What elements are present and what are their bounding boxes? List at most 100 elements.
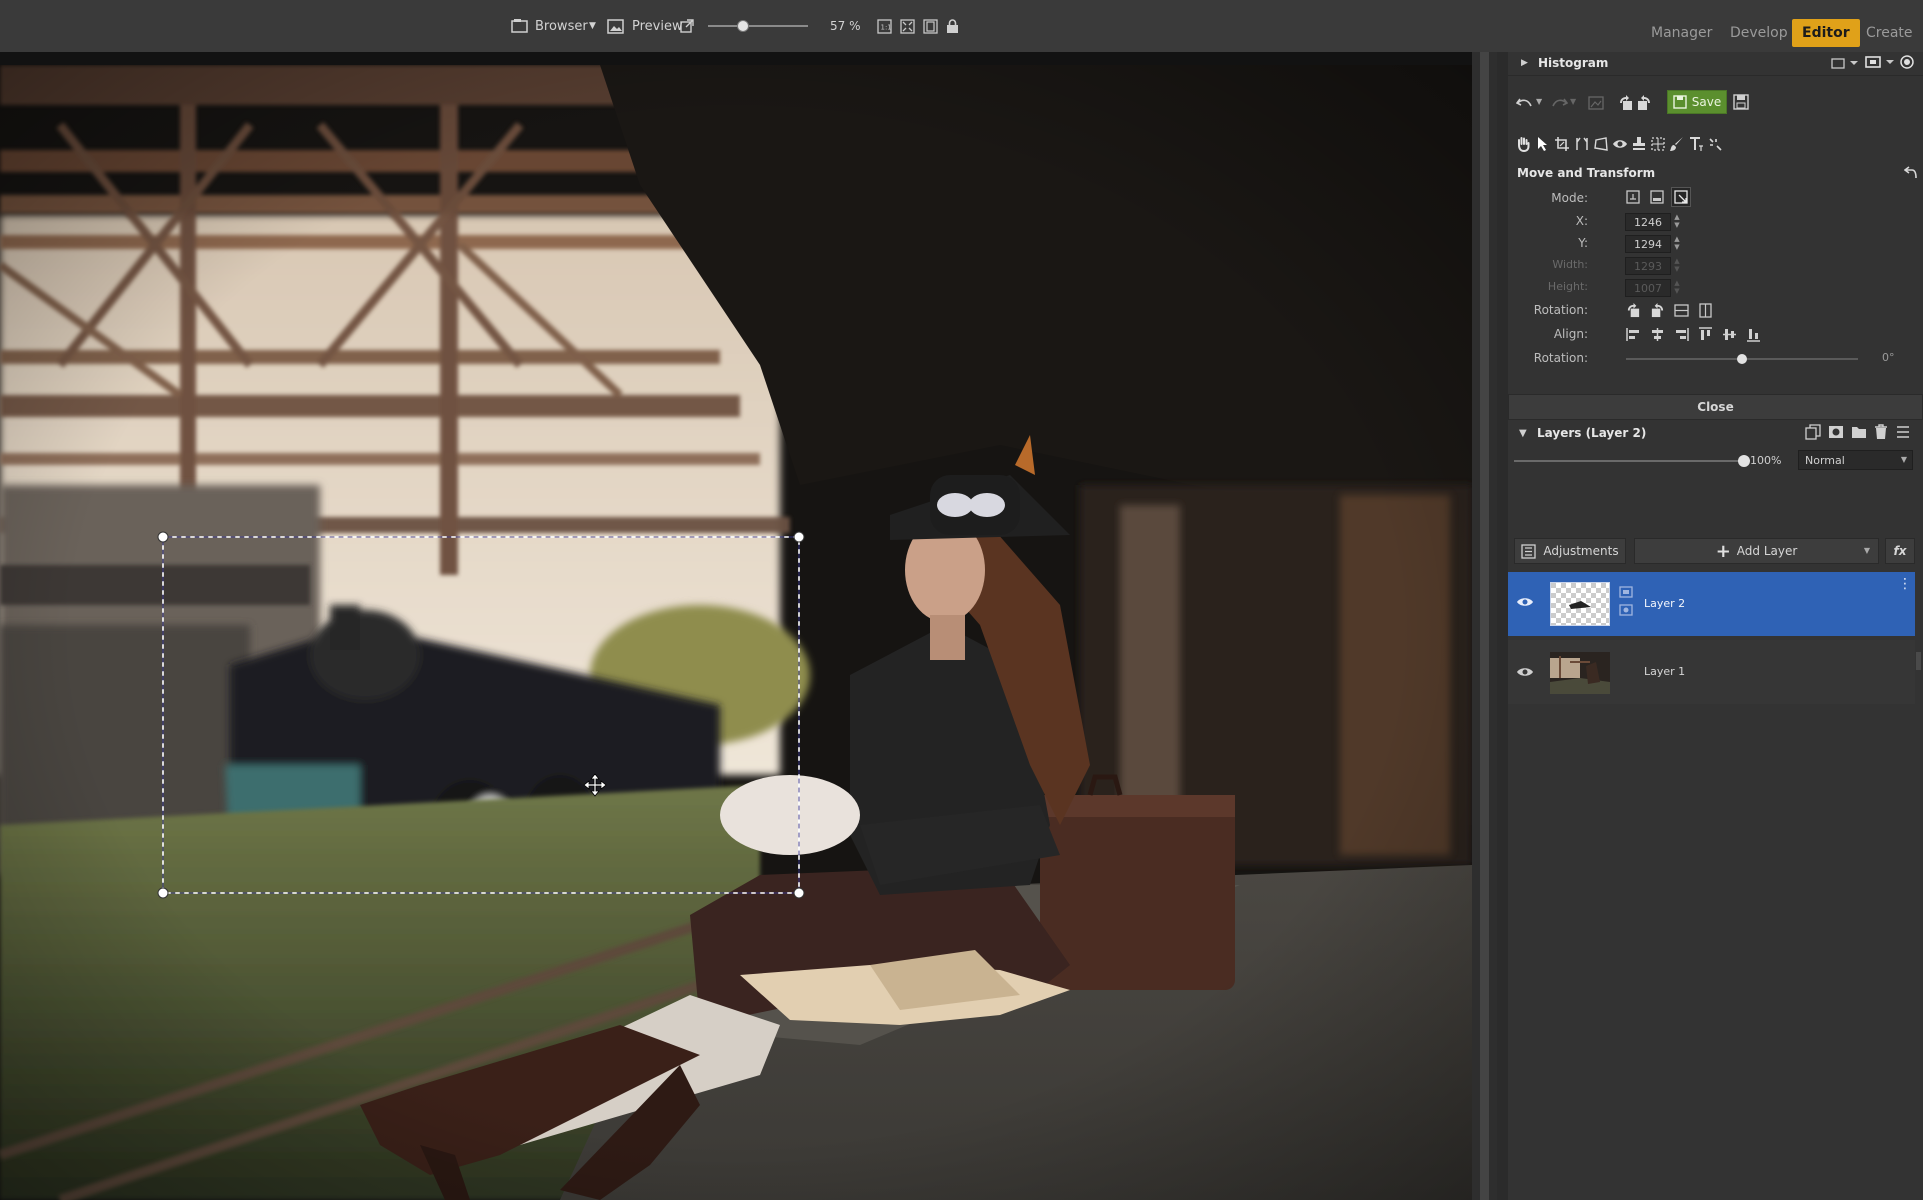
reset-transform-icon[interactable] bbox=[1904, 165, 1917, 179]
shape-tool-icon[interactable] bbox=[1707, 136, 1723, 152]
canvas-scrollbar[interactable] bbox=[1472, 52, 1497, 1200]
flip-vertical-icon[interactable] bbox=[1674, 303, 1689, 318]
text-tool-icon[interactable] bbox=[1688, 136, 1704, 152]
layer-effects-button[interactable]: fx bbox=[1885, 538, 1915, 564]
zoom-slider[interactable] bbox=[708, 0, 808, 52]
histogram-expand-icon[interactable]: ▶ bbox=[1521, 58, 1528, 68]
mode-icon-3-selected[interactable] bbox=[1671, 187, 1691, 207]
histogram-options-icon[interactable] bbox=[1830, 56, 1860, 70]
red-eye-tool-icon[interactable] bbox=[1612, 137, 1628, 151]
clone-stamp-tool-icon[interactable] bbox=[1631, 136, 1647, 152]
browser-icon bbox=[511, 19, 528, 33]
zoom-fill-icon[interactable] bbox=[923, 0, 938, 52]
add-layer-chevron-down-icon[interactable]: ▼ bbox=[1864, 546, 1870, 555]
lock-icon[interactable] bbox=[946, 0, 959, 52]
delete-layer-icon[interactable] bbox=[1874, 424, 1888, 440]
layer-2-thumbnail bbox=[1550, 582, 1610, 626]
rotate-ccw-icon[interactable] bbox=[1626, 303, 1641, 318]
histogram-channel-icon[interactable] bbox=[1900, 55, 1914, 69]
plus-icon: + bbox=[1715, 540, 1731, 562]
x-label: X: bbox=[1575, 214, 1588, 228]
opacity-slider[interactable] bbox=[1514, 455, 1750, 467]
rotation-value: 0° bbox=[1882, 351, 1895, 364]
flip-horizontal-icon[interactable] bbox=[1698, 303, 1713, 318]
histogram-view-icon[interactable] bbox=[1864, 55, 1898, 69]
align-bottom-icon[interactable] bbox=[1746, 327, 1761, 342]
layers-collapse-icon[interactable]: ▼ bbox=[1519, 428, 1527, 439]
opacity-slider-knob[interactable] bbox=[1738, 455, 1750, 467]
rotate-right-icon[interactable] bbox=[1636, 95, 1652, 111]
align-left-icon[interactable] bbox=[1626, 327, 1641, 342]
rotation-slider-knob[interactable] bbox=[1737, 354, 1747, 364]
save-button[interactable]: Save bbox=[1667, 90, 1727, 114]
new-folder-icon[interactable] bbox=[1851, 424, 1867, 440]
panel-scrollbar[interactable] bbox=[1916, 652, 1921, 670]
image-canvas[interactable] bbox=[0, 52, 1472, 1200]
histogram-title: Histogram bbox=[1538, 56, 1609, 70]
mode-label: Mode: bbox=[1551, 191, 1588, 205]
adjustments-button[interactable]: Adjustments bbox=[1514, 538, 1626, 564]
browser-button[interactable]: Browser bbox=[511, 0, 588, 52]
y-stepper-icon[interactable]: ▲ ▼ bbox=[1673, 235, 1681, 253]
layer-more-options-icon[interactable]: ⋮ bbox=[1898, 576, 1912, 592]
brush-tool-icon[interactable] bbox=[1669, 136, 1685, 152]
duplicate-layer-icon[interactable] bbox=[1805, 424, 1821, 440]
browser-label: Browser bbox=[535, 18, 588, 34]
close-button[interactable]: Close bbox=[1508, 394, 1923, 420]
browser-dropdown-icon[interactable]: ▼ bbox=[589, 0, 596, 52]
layer-row-layer-2[interactable]: Layer 2 ⋮ bbox=[1508, 572, 1915, 636]
top-toolbar: Browser ▼ Preview 57 % 1:1 Manager Devel… bbox=[0, 0, 1923, 52]
original-view-icon[interactable] bbox=[1588, 96, 1604, 110]
layer-row-layer-1[interactable]: Layer 1 bbox=[1508, 640, 1915, 704]
x-stepper-icon[interactable]: ▲ ▼ bbox=[1673, 213, 1681, 231]
straighten-tool-icon[interactable] bbox=[1574, 136, 1590, 152]
align-center-horizontal-icon[interactable] bbox=[1650, 327, 1665, 342]
tab-manager[interactable]: Manager bbox=[1641, 19, 1722, 47]
y-input[interactable]: 1294 bbox=[1625, 235, 1671, 253]
width-stepper-icon[interactable]: ▲ ▼ bbox=[1673, 257, 1681, 275]
align-top-icon[interactable] bbox=[1698, 327, 1713, 342]
rotation-slider-label: Rotation: bbox=[1533, 351, 1588, 365]
layer-mask-icon[interactable] bbox=[1828, 424, 1844, 440]
tab-create[interactable]: Create bbox=[1856, 19, 1923, 47]
align-right-icon[interactable] bbox=[1674, 327, 1689, 342]
zoom-actual-size-icon[interactable]: 1:1 bbox=[877, 0, 892, 52]
rotate-left-icon[interactable] bbox=[1618, 95, 1634, 111]
x-input[interactable]: 1246 bbox=[1625, 213, 1671, 231]
hand-tool-icon[interactable] bbox=[1515, 136, 1531, 152]
mode-icon-1[interactable] bbox=[1625, 189, 1641, 205]
height-input[interactable]: 1007 bbox=[1625, 279, 1671, 297]
layer-visibility-eye-icon[interactable] bbox=[1516, 666, 1534, 678]
redo-history-dropdown-icon[interactable]: ▼ bbox=[1570, 97, 1576, 106]
selection-tool-icon[interactable] bbox=[1650, 136, 1666, 152]
tab-editor[interactable]: Editor bbox=[1792, 19, 1860, 47]
crop-tool-icon[interactable] bbox=[1554, 136, 1570, 152]
zoom-slider-knob[interactable] bbox=[737, 20, 749, 32]
blend-mode-value: Normal bbox=[1805, 454, 1845, 467]
tab-develop[interactable]: Develop bbox=[1720, 19, 1798, 47]
y-label: Y: bbox=[1578, 236, 1588, 250]
mode-icon-2[interactable] bbox=[1649, 189, 1665, 205]
undo-icon[interactable] bbox=[1516, 96, 1534, 110]
height-stepper-icon[interactable]: ▲ ▼ bbox=[1673, 279, 1681, 297]
width-input[interactable]: 1293 bbox=[1625, 257, 1671, 275]
svg-text:1:1: 1:1 bbox=[881, 23, 892, 31]
layers-menu-icon[interactable] bbox=[1896, 425, 1910, 439]
blend-mode-select[interactable]: Normal ▼ bbox=[1798, 450, 1913, 470]
layers-title: Layers (Layer 2) bbox=[1537, 426, 1647, 440]
redo-icon[interactable] bbox=[1550, 96, 1568, 110]
zoom-fit-icon[interactable] bbox=[900, 0, 915, 52]
save-as-icon[interactable] bbox=[1733, 94, 1749, 110]
perspective-tool-icon[interactable] bbox=[1593, 136, 1609, 152]
preview-label: Preview bbox=[632, 18, 683, 34]
rotate-cw-icon[interactable] bbox=[1650, 303, 1665, 318]
add-layer-button[interactable]: + Add Layer ▼ bbox=[1634, 538, 1879, 564]
layer-visibility-eye-icon[interactable] bbox=[1516, 596, 1534, 608]
move-tool-icon[interactable] bbox=[1536, 136, 1550, 152]
rotation-slider[interactable] bbox=[1626, 354, 1858, 364]
preview-button[interactable]: Preview bbox=[607, 0, 683, 52]
height-label: Height: bbox=[1547, 280, 1588, 293]
undo-history-dropdown-icon[interactable]: ▼ bbox=[1536, 97, 1542, 106]
align-center-vertical-icon[interactable] bbox=[1722, 327, 1737, 342]
external-window-icon[interactable] bbox=[680, 0, 694, 52]
